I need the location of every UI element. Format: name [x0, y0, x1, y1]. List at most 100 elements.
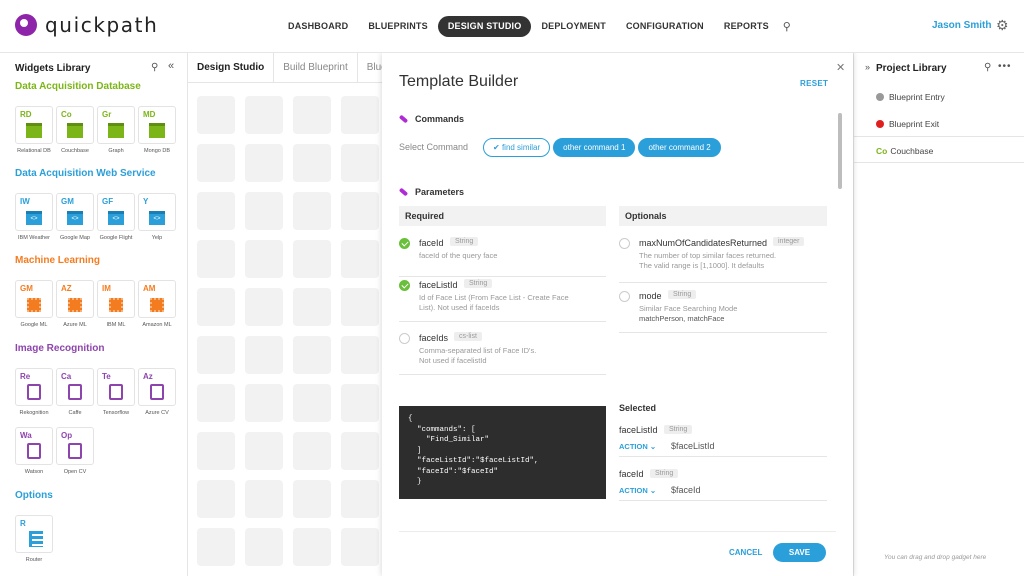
widget-tile-google-flight[interactable]: GF <> Google Flight	[97, 193, 135, 241]
widget-tile-box[interactable]: AZ	[56, 280, 94, 318]
nav-item-dashboard[interactable]: DASHBOARD	[278, 16, 358, 37]
canvas-slot[interactable]	[197, 528, 235, 566]
canvas-slot[interactable]	[197, 288, 235, 326]
canvas-slot[interactable]	[293, 432, 331, 470]
nav-item-configuration[interactable]: CONFIGURATION	[616, 16, 714, 37]
widget-tile-box[interactable]: R	[15, 515, 53, 553]
selected-value[interactable]: $faceId	[671, 485, 701, 495]
widget-tile-box[interactable]: Az	[138, 368, 176, 406]
canvas-slot[interactable]	[341, 432, 379, 470]
command-chip-other-command-2[interactable]: other command 2	[638, 138, 721, 157]
action-dropdown[interactable]: ACTION ⌄	[619, 442, 656, 451]
widget-tile-yelp[interactable]: Y <> Yelp	[138, 193, 176, 241]
canvas-slot[interactable]	[197, 192, 235, 230]
unchecked-icon[interactable]	[399, 333, 410, 344]
canvas-slot[interactable]	[341, 336, 379, 374]
cancel-button[interactable]: CANCEL	[729, 548, 762, 557]
widget-tile-google-ml[interactable]: GM Google ML	[15, 280, 53, 328]
canvas-slot[interactable]	[293, 528, 331, 566]
canvas-slot[interactable]	[293, 288, 331, 326]
unchecked-icon[interactable]	[619, 291, 630, 302]
canvas-slot[interactable]	[197, 336, 235, 374]
save-button[interactable]: SAVE	[773, 543, 826, 562]
canvas-slot[interactable]	[245, 336, 283, 374]
canvas-slot[interactable]	[293, 96, 331, 134]
canvas-slot[interactable]	[197, 384, 235, 422]
widget-tile-box[interactable]: Re	[15, 368, 53, 406]
widget-tile-caffe[interactable]: Ca Caffe	[56, 368, 94, 416]
canvas-slot[interactable]	[245, 480, 283, 518]
checked-icon[interactable]	[399, 280, 410, 291]
canvas-slot[interactable]	[293, 480, 331, 518]
widget-tile-ibm-ml[interactable]: IM IBM ML	[97, 280, 135, 328]
widget-tile-rekognition[interactable]: Re Rekognition	[15, 368, 53, 416]
canvas-slot[interactable]	[245, 384, 283, 422]
canvas-slot[interactable]	[341, 192, 379, 230]
canvas-slot[interactable]	[341, 240, 379, 278]
canvas-slot[interactable]	[245, 432, 283, 470]
widget-tile-tensorflow[interactable]: Te Tensorflow	[97, 368, 135, 416]
canvas-slot[interactable]	[245, 288, 283, 326]
gear-icon[interactable]: ⚙	[996, 17, 1009, 34]
parameter-row[interactable]: maxNumOfCandidatesReturned integer The num…	[619, 237, 827, 283]
search-icon[interactable]: ⚲	[984, 62, 991, 73]
widget-tile-watson[interactable]: Wa Watson	[15, 427, 53, 475]
widget-tile-box[interactable]: Y <>	[138, 193, 176, 231]
canvas-slot[interactable]	[197, 96, 235, 134]
tab-build-blueprint[interactable]: Build Blueprint	[274, 53, 358, 83]
parameter-row[interactable]: mode String Similar Face Searching Mode mat…	[619, 290, 827, 333]
action-dropdown[interactable]: ACTION ⌄	[619, 486, 656, 495]
widget-tile-azure-cv[interactable]: Az Azure CV	[138, 368, 176, 416]
canvas-slot[interactable]	[197, 240, 235, 278]
widget-tile-box[interactable]: Te	[97, 368, 135, 406]
nav-item-deployment[interactable]: DEPLOYMENT	[531, 16, 616, 37]
widget-tile-box[interactable]: GF <>	[97, 193, 135, 231]
logo[interactable]: quickpath	[15, 13, 158, 37]
widget-tile-router[interactable]: R Router	[15, 515, 53, 563]
canvas-slot[interactable]	[245, 96, 283, 134]
canvas-slot[interactable]	[293, 240, 331, 278]
canvas-slot[interactable]	[245, 528, 283, 566]
widget-tile-box[interactable]: Ca	[56, 368, 94, 406]
canvas-slot[interactable]	[341, 480, 379, 518]
more-icon[interactable]: •••	[998, 61, 1012, 72]
project-item-couchbase[interactable]: Co Couchbase	[876, 146, 933, 156]
canvas-slot[interactable]	[341, 384, 379, 422]
widget-tile-relational-db[interactable]: RD Relational DB	[15, 106, 53, 154]
widget-tile-graph[interactable]: Gr Graph	[97, 106, 135, 154]
widget-tile-amazon-ml[interactable]: AM Amazon ML	[138, 280, 176, 328]
widget-tile-azure-ml[interactable]: AZ Azure ML	[56, 280, 94, 328]
canvas-slot[interactable]	[341, 96, 379, 134]
widget-tile-mongo-db[interactable]: MD Mongo DB	[138, 106, 176, 154]
widget-tile-box[interactable]: GM <>	[56, 193, 94, 231]
project-item-blueprint-exit[interactable]: Blueprint Exit	[876, 119, 939, 129]
user-name[interactable]: Jason Smith	[932, 20, 991, 31]
widget-tile-box[interactable]: Op	[56, 427, 94, 465]
canvas-slot[interactable]	[293, 144, 331, 182]
canvas-slot[interactable]	[197, 144, 235, 182]
canvas-slot[interactable]	[245, 192, 283, 230]
parameter-row[interactable]: faceId String faceId of the query face	[399, 237, 606, 277]
widget-tile-box[interactable]: GM	[15, 280, 53, 318]
canvas-grid[interactable]	[197, 96, 379, 566]
widget-tile-box[interactable]: Gr	[97, 106, 135, 144]
canvas-slot[interactable]	[197, 432, 235, 470]
canvas-slot[interactable]	[293, 336, 331, 374]
nav-item-design-studio[interactable]: DESIGN STUDIO	[437, 16, 532, 37]
expand-right-icon[interactable]: »	[865, 62, 870, 72]
reset-button[interactable]: RESET	[800, 79, 828, 88]
canvas-slot[interactable]	[197, 480, 235, 518]
nav-item-reports[interactable]: REPORTS	[714, 16, 779, 37]
widget-tile-couchbase[interactable]: Co Couchbase	[56, 106, 94, 154]
canvas-slot[interactable]	[293, 192, 331, 230]
widget-tile-open-cv[interactable]: Op Open CV	[56, 427, 94, 475]
canvas-slot[interactable]	[245, 240, 283, 278]
canvas-slot[interactable]	[341, 144, 379, 182]
parameter-row[interactable]: faceIds cs-list Comma-separated list of Fa…	[399, 332, 606, 375]
widget-tile-box[interactable]: MD	[138, 106, 176, 144]
widget-tile-box[interactable]: Wa	[15, 427, 53, 465]
canvas-slot[interactable]	[245, 144, 283, 182]
widget-tile-box[interactable]: Co	[56, 106, 94, 144]
canvas-slot[interactable]	[341, 288, 379, 326]
tab-design-studio[interactable]: Design Studio	[188, 53, 275, 83]
